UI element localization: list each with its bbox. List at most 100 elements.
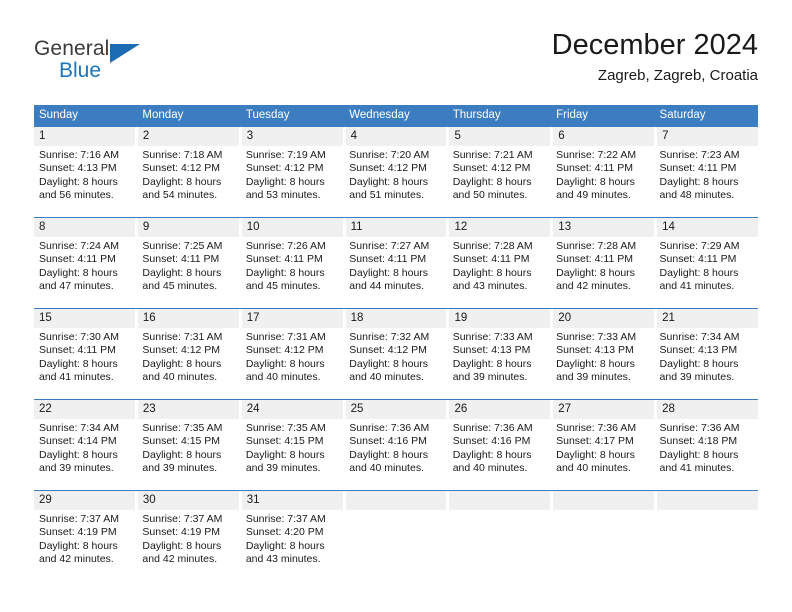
day-number[interactable]: 2 — [137, 127, 242, 146]
day-cell[interactable]: Sunrise: 7:36 AM Sunset: 4:16 PM Dayligh… — [448, 419, 551, 490]
day-cell[interactable]: Sunrise: 7:33 AM Sunset: 4:13 PM Dayligh… — [448, 328, 551, 399]
day-number[interactable]: 17 — [241, 309, 346, 328]
sunrise-text: Sunrise: 7:20 AM — [349, 149, 430, 161]
day-cell[interactable]: Sunrise: 7:21 AM Sunset: 4:12 PM Dayligh… — [448, 146, 551, 217]
day-cell-empty — [448, 510, 551, 581]
sunset-text: Sunset: 4:18 PM — [659, 435, 738, 448]
sunset-text: Sunset: 4:12 PM — [142, 162, 221, 175]
sunset-text: Sunset: 4:14 PM — [39, 435, 117, 448]
day-number[interactable]: 28 — [657, 400, 759, 419]
day-cell[interactable]: Sunrise: 7:36 AM Sunset: 4:18 PM Dayligh… — [655, 419, 758, 490]
day-number[interactable]: 10 — [241, 218, 346, 237]
day-cell[interactable]: Sunrise: 7:22 AM Sunset: 4:11 PM Dayligh… — [551, 146, 654, 217]
sunrise-text: Sunrise: 7:23 AM — [659, 149, 740, 161]
sunset-text: Sunset: 4:11 PM — [659, 162, 737, 175]
weekday-header-row: Sunday Monday Tuesday Wednesday Thursday… — [34, 105, 758, 126]
day-cell[interactable]: Sunrise: 7:26 AM Sunset: 4:11 PM Dayligh… — [241, 237, 344, 308]
day-number-empty — [657, 491, 759, 510]
day-number[interactable]: 4 — [345, 127, 450, 146]
day-number[interactable]: 12 — [449, 218, 554, 237]
day-number[interactable]: 5 — [449, 127, 554, 146]
week-day-number-band: 22 23 24 25 26 27 28 — [34, 400, 759, 419]
day-cell[interactable]: Sunrise: 7:37 AM Sunset: 4:19 PM Dayligh… — [34, 510, 137, 581]
day-number[interactable]: 24 — [241, 400, 346, 419]
day-number[interactable]: 18 — [345, 309, 450, 328]
day-cell[interactable]: Sunrise: 7:18 AM Sunset: 4:12 PM Dayligh… — [137, 146, 240, 217]
day-cell[interactable]: Sunrise: 7:34 AM Sunset: 4:14 PM Dayligh… — [34, 419, 137, 490]
day-cell[interactable]: Sunrise: 7:16 AM Sunset: 4:13 PM Dayligh… — [34, 146, 137, 217]
day-cell[interactable]: Sunrise: 7:33 AM Sunset: 4:13 PM Dayligh… — [551, 328, 654, 399]
day-number[interactable]: 3 — [241, 127, 346, 146]
day-cell[interactable]: Sunrise: 7:32 AM Sunset: 4:12 PM Dayligh… — [344, 328, 447, 399]
day-cell[interactable]: Sunrise: 7:30 AM Sunset: 4:11 PM Dayligh… — [34, 328, 137, 399]
daylight-text-line2: and 42 minutes. — [556, 280, 631, 293]
day-number[interactable]: 26 — [449, 400, 554, 419]
day-number[interactable]: 13 — [553, 218, 658, 237]
daylight-text-line1: Daylight: 8 hours — [556, 357, 635, 370]
day-number[interactable]: 22 — [34, 400, 138, 419]
day-number-empty — [449, 491, 554, 510]
day-cell[interactable]: Sunrise: 7:19 AM Sunset: 4:12 PM Dayligh… — [241, 146, 344, 217]
day-cell[interactable]: Sunrise: 7:25 AM Sunset: 4:11 PM Dayligh… — [137, 237, 240, 308]
day-number[interactable]: 6 — [553, 127, 658, 146]
day-number[interactable]: 23 — [137, 400, 242, 419]
day-cell[interactable]: Sunrise: 7:27 AM Sunset: 4:11 PM Dayligh… — [344, 237, 447, 308]
day-cell[interactable]: Sunrise: 7:28 AM Sunset: 4:11 PM Dayligh… — [551, 237, 654, 308]
weekday-wednesday: Wednesday — [349, 109, 410, 121]
day-cell[interactable]: Sunrise: 7:20 AM Sunset: 4:12 PM Dayligh… — [344, 146, 447, 217]
title-block: December 2024 Zagreb, Zagreb, Croatia — [552, 28, 758, 87]
day-cell[interactable]: Sunrise: 7:37 AM Sunset: 4:20 PM Dayligh… — [241, 510, 344, 581]
sunset-text: Sunset: 4:12 PM — [142, 344, 221, 357]
day-cell[interactable]: Sunrise: 7:35 AM Sunset: 4:15 PM Dayligh… — [137, 419, 240, 490]
page-header: General Blue December 2024 Zagreb, Zagre… — [34, 28, 758, 90]
day-number-empty — [345, 491, 450, 510]
day-number[interactable]: 14 — [657, 218, 759, 237]
day-cell[interactable]: Sunrise: 7:36 AM Sunset: 4:17 PM Dayligh… — [551, 419, 654, 490]
sunset-text: Sunset: 4:19 PM — [142, 526, 221, 539]
day-cell[interactable]: Sunrise: 7:31 AM Sunset: 4:12 PM Dayligh… — [137, 328, 240, 399]
daylight-text-line2: and 40 minutes. — [245, 371, 321, 384]
daylight-text-line1: Daylight: 8 hours — [245, 448, 325, 461]
day-number[interactable]: 19 — [449, 309, 554, 328]
day-cell[interactable]: Sunrise: 7:24 AM Sunset: 4:11 PM Dayligh… — [34, 237, 137, 308]
day-cell[interactable]: Sunrise: 7:23 AM Sunset: 4:11 PM Dayligh… — [655, 146, 758, 217]
day-cell[interactable]: Sunrise: 7:35 AM Sunset: 4:15 PM Dayligh… — [241, 419, 344, 490]
daylight-text-line2: and 53 minutes. — [245, 189, 321, 202]
day-number[interactable]: 21 — [657, 309, 759, 328]
day-cell-empty — [551, 510, 654, 581]
day-number[interactable]: 30 — [137, 491, 242, 510]
day-number[interactable]: 9 — [137, 218, 242, 237]
daylight-text-line1: Daylight: 8 hours — [556, 448, 635, 461]
daylight-text-line1: Daylight: 8 hours — [39, 357, 118, 370]
sunrise-text: Sunrise: 7:36 AM — [349, 422, 430, 434]
sunrise-text: Sunrise: 7:31 AM — [245, 331, 326, 343]
day-number[interactable]: 29 — [34, 491, 138, 510]
daylight-text-line1: Daylight: 8 hours — [39, 539, 118, 552]
daylight-text-line1: Daylight: 8 hours — [39, 266, 118, 279]
daylight-text-line1: Daylight: 8 hours — [349, 175, 429, 188]
day-number[interactable]: 31 — [241, 491, 346, 510]
sunrise-text: Sunrise: 7:34 AM — [39, 422, 119, 434]
day-cell[interactable]: Sunrise: 7:28 AM Sunset: 4:11 PM Dayligh… — [448, 237, 551, 308]
day-number[interactable]: 16 — [137, 309, 242, 328]
logo-text-general: General — [34, 37, 110, 60]
day-number[interactable]: 7 — [657, 127, 759, 146]
daylight-text-line2: and 48 minutes. — [659, 189, 735, 202]
day-cell[interactable]: Sunrise: 7:37 AM Sunset: 4:19 PM Dayligh… — [137, 510, 240, 581]
daylight-text-line1: Daylight: 8 hours — [556, 175, 635, 188]
general-blue-logo[interactable]: General Blue — [34, 32, 144, 88]
day-number[interactable]: 15 — [34, 309, 138, 328]
day-number[interactable]: 8 — [34, 218, 138, 237]
day-cell[interactable]: Sunrise: 7:36 AM Sunset: 4:16 PM Dayligh… — [344, 419, 447, 490]
day-number[interactable]: 11 — [345, 218, 450, 237]
day-number[interactable]: 1 — [34, 127, 138, 146]
day-number[interactable]: 25 — [345, 400, 450, 419]
day-cell[interactable]: Sunrise: 7:34 AM Sunset: 4:13 PM Dayligh… — [655, 328, 758, 399]
day-number[interactable]: 27 — [553, 400, 658, 419]
day-number[interactable]: 20 — [553, 309, 658, 328]
weekday-sunday: Sunday — [39, 109, 79, 121]
daylight-text-line2: and 56 minutes. — [39, 189, 114, 202]
day-cell[interactable]: Sunrise: 7:31 AM Sunset: 4:12 PM Dayligh… — [241, 328, 344, 399]
daylight-text-line2: and 42 minutes. — [142, 553, 218, 566]
day-cell[interactable]: Sunrise: 7:29 AM Sunset: 4:11 PM Dayligh… — [655, 237, 758, 308]
